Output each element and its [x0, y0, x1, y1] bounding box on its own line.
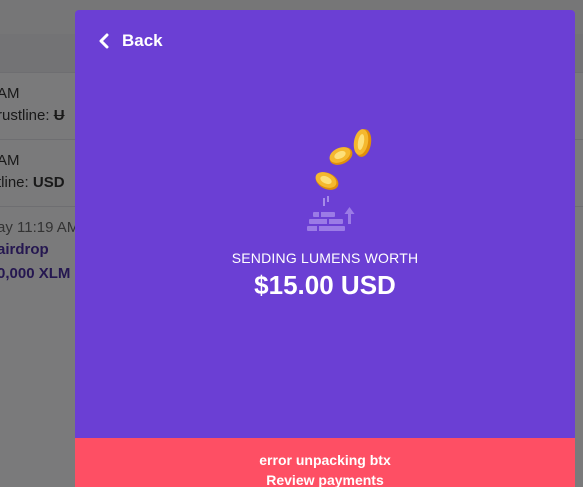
send-modal: Back SENDING LUMENS WORTH $15.00 USD err…	[75, 10, 575, 487]
back-label: Back	[122, 31, 163, 50]
chevron-left-icon	[99, 33, 109, 49]
error-message: error unpacking btx	[259, 452, 391, 468]
review-payments-link[interactable]: Review payments	[75, 472, 575, 487]
sending-amount: $15.00 USD	[254, 270, 396, 300]
coins-sending-icon	[307, 129, 372, 231]
sending-caption: SENDING LUMENS WORTH	[231, 250, 419, 266]
error-banner: error unpacking btx Review payments	[75, 438, 575, 487]
back-button[interactable]: Back	[98, 31, 163, 51]
